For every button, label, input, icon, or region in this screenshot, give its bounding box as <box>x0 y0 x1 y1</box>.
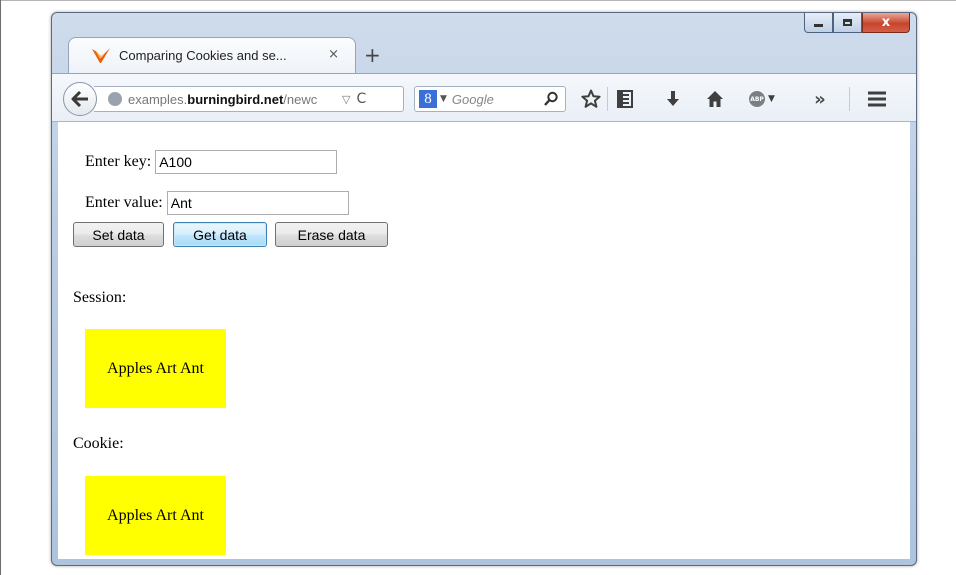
session-content: Apples Art Ant <box>107 359 204 377</box>
get-data-button[interactable]: Get data <box>173 222 267 247</box>
maximize-icon <box>843 19 852 26</box>
browser-tab[interactable]: Comparing Cookies and se... × <box>68 37 356 73</box>
navigation-toolbar: examples.burningbird.net/newc ▽ C 8 ▼ Go… <box>52 73 916 122</box>
reload-icon[interactable]: C <box>356 91 366 107</box>
erase-data-button[interactable]: Erase data <box>275 222 388 247</box>
adblock-button[interactable]: ABP ▼ <box>744 88 780 110</box>
page-border-top <box>0 0 956 1</box>
globe-icon <box>108 92 122 106</box>
key-row: Enter key: <box>85 150 338 174</box>
browser-window: x Comparing Cookies and se... × + exampl… <box>51 12 917 566</box>
set-data-button[interactable]: Set data <box>73 222 164 247</box>
url-host: burningbird.net <box>187 91 284 107</box>
maximize-button[interactable] <box>833 13 862 33</box>
close-icon: x <box>881 15 891 30</box>
overflow-icon: » <box>814 88 826 110</box>
firefox-icon <box>92 47 110 63</box>
value-label: Enter value: <box>85 194 163 211</box>
bookmark-button[interactable] <box>580 88 602 110</box>
search-icon[interactable] <box>543 91 559 107</box>
search-placeholder: Google <box>451 91 494 107</box>
reading-list-button[interactable] <box>614 88 636 110</box>
engine-dropdown-icon[interactable]: ▼ <box>440 94 447 104</box>
page-border-left <box>0 0 1 575</box>
minimize-icon <box>814 24 823 27</box>
star-icon <box>581 89 601 108</box>
cookie-output: Apples Art Ant <box>85 476 226 555</box>
url-bar[interactable]: examples.burningbird.net/newc ▽ C <box>94 86 404 112</box>
close-window-button[interactable]: x <box>862 13 910 33</box>
url-prefix: examples. <box>128 91 188 107</box>
session-output: Apples Art Ant <box>85 329 226 408</box>
toolbar-separator-2 <box>849 87 850 111</box>
key-label: Enter key: <box>85 153 152 170</box>
key-input[interactable] <box>155 150 338 174</box>
url-text[interactable]: examples.burningbird.net/newc <box>128 92 338 107</box>
home-icon <box>707 91 723 107</box>
menu-button[interactable] <box>866 88 888 110</box>
toolbar-separator <box>607 87 608 111</box>
new-tab-button[interactable]: + <box>364 43 381 67</box>
reading-list-icon <box>617 90 633 108</box>
google-icon[interactable]: 8 <box>419 90 437 108</box>
cookie-label: Cookie: <box>73 435 124 452</box>
download-icon <box>667 91 679 106</box>
cookie-content: Apples Art Ant <box>107 506 204 524</box>
tab-close-icon[interactable]: × <box>328 47 339 62</box>
menu-icon <box>868 91 886 107</box>
url-path: /newc <box>283 91 318 107</box>
adblock-icon: ABP <box>749 91 766 107</box>
page-content: Enter key: Enter value: Set data Get dat… <box>58 122 910 559</box>
adblock-dropdown-icon: ▼ <box>768 94 775 104</box>
window-controls: x <box>804 13 910 35</box>
value-row: Enter value: <box>85 191 349 215</box>
back-button[interactable] <box>63 82 97 116</box>
tab-title: Comparing Cookies and se... <box>119 48 287 63</box>
search-bar[interactable]: 8 ▼ Google <box>414 86 566 112</box>
session-label: Session: <box>73 289 127 306</box>
download-button[interactable] <box>662 88 684 110</box>
back-arrow-icon <box>71 91 88 107</box>
overflow-button[interactable]: » <box>810 88 830 110</box>
url-dropdown-icon[interactable]: ▽ <box>342 93 350 106</box>
minimize-button[interactable] <box>804 13 833 33</box>
home-button[interactable] <box>704 88 726 110</box>
value-input[interactable] <box>166 191 349 215</box>
